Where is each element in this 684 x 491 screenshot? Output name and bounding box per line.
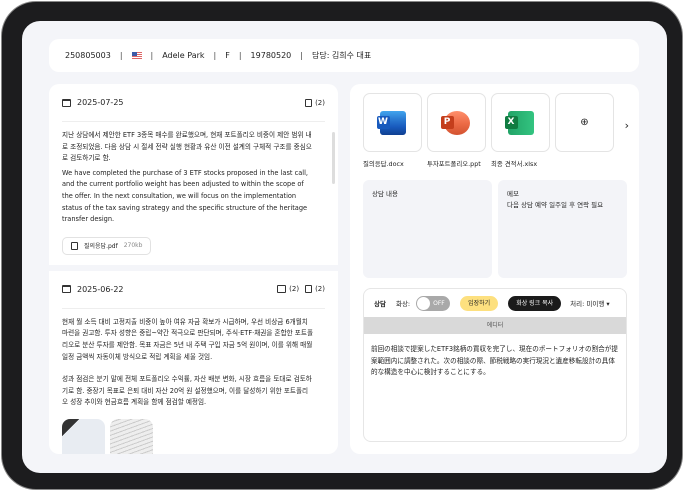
status-label: 처리: 미이행 <box>570 300 605 308</box>
client-gender: F <box>225 51 230 60</box>
entry-text-en: We have completed the purchase of 3 ETF … <box>62 168 308 224</box>
entry-text-ko: 지난 상담에서 제안한 ETF 3종목 매수를 완료했으며, 현재 포트폴리오 … <box>62 131 312 163</box>
consult-content-box[interactable]: 상담 내용 <box>363 180 492 278</box>
file-list: W 질의응답.docx P 투자포트폴리오.ppt X 최종 견적서.xlsx … <box>363 93 614 168</box>
entry-date: 2025-07-25 <box>77 98 124 107</box>
status-dropdown[interactable]: 처리: 미이행 ▾ <box>570 298 610 308</box>
doc-count-label: (2) <box>315 98 325 107</box>
image-count[interactable]: (2) <box>277 285 300 294</box>
video-toggle[interactable]: OFF <box>416 295 451 311</box>
attachment-name: 질의응답.pdf <box>84 243 118 251</box>
enter-button[interactable]: 입장하기 <box>460 295 499 311</box>
history-entry: 2025-06-22 (2) (2) 현재 월 소득 대비 고정지출 비중이 높… <box>49 271 338 454</box>
scrollbar[interactable] <box>332 132 335 184</box>
calendar-icon <box>62 98 71 107</box>
memo-box[interactable]: 메모 다음 상담 예약 일주일 후 연락 필요 <box>498 180 627 278</box>
client-name: Adele Park <box>162 51 205 60</box>
image-thumbnail[interactable] <box>110 418 153 454</box>
memo-text: 다음 상담 예약 일주일 후 연락 필요 <box>507 201 604 209</box>
file-item-ppt[interactable]: P 투자포트폴리오.ppt <box>427 93 486 168</box>
client-header: 250805003 | | Adele Park | F | 19780520 | 담당… <box>49 39 639 72</box>
add-file-button[interactable]: ⊕ <box>555 93 614 168</box>
image-thumbnail[interactable] <box>62 418 105 454</box>
tablet-frame: 250805003 | | Adele Park | F | 19780520 | 담당… <box>2 2 682 489</box>
calendar-icon <box>62 285 71 294</box>
add-circle-icon: ⊕ <box>580 117 589 128</box>
chevron-right-icon[interactable]: › <box>625 119 629 132</box>
video-label: 화상: <box>395 300 411 308</box>
copy-video-link-button[interactable]: 화상 링크 복사 <box>508 295 562 311</box>
screen: 250805003 | | Adele Park | F | 19780520 | 담당… <box>22 21 667 473</box>
attachment-size: 270kb <box>123 242 143 250</box>
history-entry: 2025-07-25 (2) 지난 상담에서 제안한 ETF 3종목 매수를 완… <box>49 84 338 255</box>
detail-panel: W 질의응답.docx P 투자포트폴리오.ppt X 최종 견적서.xlsx … <box>350 84 639 454</box>
file-name: 최종 견적서.xlsx <box>491 160 538 168</box>
client-id: 250805003 <box>65 51 111 60</box>
document-icon <box>305 98 313 107</box>
us-flag-icon <box>131 52 142 59</box>
consult-content-label: 상담 내용 <box>372 190 398 198</box>
entry-text: 성과 점검은 분기 말에 전체 포트폴리오 수익률, 자산 배분 변화, 시장 … <box>62 375 312 407</box>
editor-text[interactable]: 前回の相談で提案したETF3銘柄の買収を完了し、現在のポートフォリオの割合が提案… <box>364 334 626 389</box>
excel-icon: X <box>504 110 534 135</box>
entry-date: 2025-06-22 <box>77 284 124 294</box>
word-icon: W <box>376 110 406 135</box>
editor-card: 상담 화상: OFF 입장하기 화상 링크 복사 처리: 미이행 ▾ 에디터 前… <box>363 288 627 442</box>
document-icon <box>305 285 313 294</box>
client-birth: 19780520 <box>250 51 292 60</box>
file-item-xlsx[interactable]: X 최종 견적서.xlsx <box>491 93 550 168</box>
doc-count[interactable]: (2) <box>305 285 325 294</box>
powerpoint-icon: P <box>440 110 470 135</box>
consult-tab[interactable]: 상담 <box>374 298 386 308</box>
manager: 담당: 김희수 대표 <box>311 51 372 60</box>
history-panel: 2025-07-25 (2) 지난 상담에서 제안한 ETF 3종목 매수를 완… <box>49 84 338 454</box>
file-name: 질의응답.docx <box>363 160 404 168</box>
doc-count-label: (2) <box>315 285 325 294</box>
image-count-label: (2) <box>289 285 300 294</box>
memo-label: 메모 <box>507 190 519 198</box>
editor-toolbar: 상담 화상: OFF 입장하기 화상 링크 복사 처리: 미이행 ▾ <box>364 289 626 317</box>
caret-down-icon: ▾ <box>606 300 610 308</box>
file-item-docx[interactable]: W 질의응답.docx <box>363 93 422 168</box>
editor-label: 에디터 <box>364 317 626 334</box>
document-icon <box>71 241 78 250</box>
image-icon <box>277 285 287 294</box>
doc-count[interactable]: (2) <box>305 98 325 107</box>
entry-text: 현재 월 소득 대비 고정지출 비중이 높아 여유 자금 확보가 시급하며, 우… <box>62 317 314 361</box>
attachment-file[interactable]: 질의응답.pdf 270kb <box>62 236 152 255</box>
file-name: 투자포트폴리오.ppt <box>427 160 481 168</box>
